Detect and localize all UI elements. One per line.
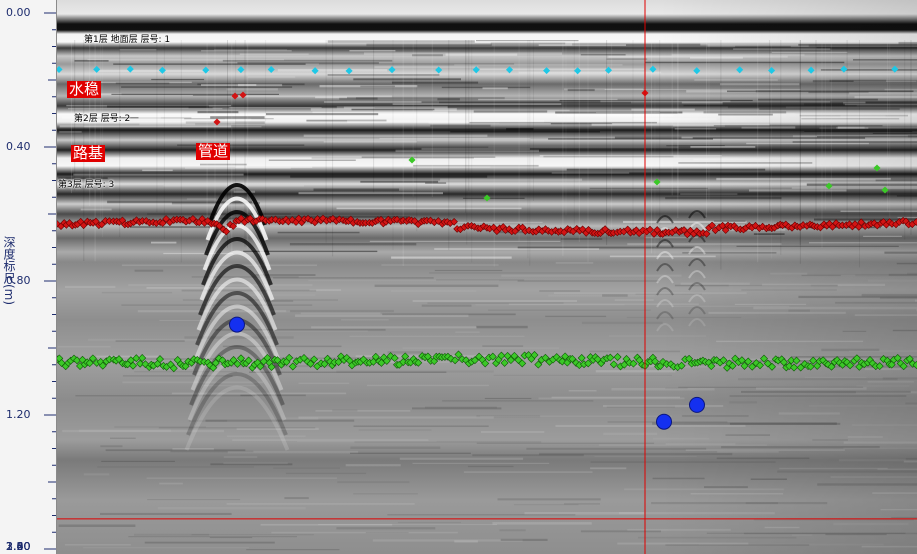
tag-luji: 路基 [71, 144, 106, 162]
depth-ruler: 0.00 0.40 0.80 1.20 1.60 2.00 2.40 2.80 3.20 深度标… [0, 0, 57, 554]
tag-shuiwen: 水稳 [67, 80, 102, 98]
depth-tick-label: 1.20 [6, 408, 31, 421]
layer-label-1: 第1层 地面层 层号: 1 [84, 35, 171, 45]
pipe-marker-2[interactable] [656, 413, 672, 430]
radargram-shade [57, 0, 917, 554]
depth-tick-label: 3.20 [6, 540, 31, 553]
tag-guandao: 管道 [196, 142, 231, 160]
depth-tick-label: 0.40 [6, 140, 31, 153]
layer-label-3: 第3层 层号: 3 [58, 180, 115, 190]
pipe-marker-1[interactable] [229, 316, 245, 333]
depth-axis-title: 深度标尺(m) [2, 236, 16, 306]
depth-tick-label: 0.00 [6, 6, 31, 19]
gpr-radargram[interactable] [57, 0, 917, 554]
layer-label-2: 第2层 层号: 2 [74, 114, 131, 124]
pipe-marker-3[interactable] [689, 396, 705, 413]
